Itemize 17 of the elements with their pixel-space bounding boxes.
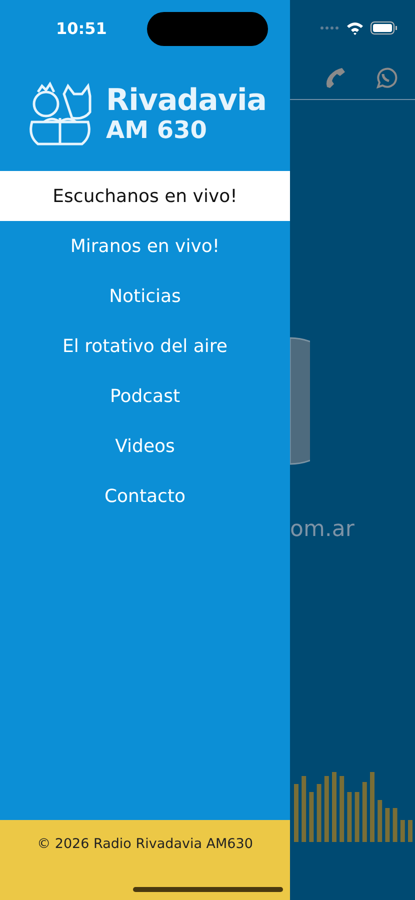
menu-item[interactable]: Noticias: [0, 271, 290, 321]
menu-item[interactable]: El rotativo del aire: [0, 321, 290, 371]
menu-item[interactable]: Miranos en vivo!: [0, 221, 290, 271]
menu-item[interactable]: Podcast: [0, 371, 290, 421]
website-text: om.ar: [290, 517, 354, 542]
signal-icon: [320, 26, 340, 30]
menu-item[interactable]: Escuchanos en vivo!: [0, 171, 290, 221]
phone-icon[interactable]: [324, 66, 346, 88]
brand-name: Rivadavia: [106, 84, 266, 116]
whatsapp-icon[interactable]: [374, 66, 398, 90]
wifi-icon: [346, 21, 364, 35]
menu-item[interactable]: Videos: [0, 421, 290, 471]
copyright-text: © 2026 Radio Rivadavia AM630: [37, 836, 253, 854]
status-time: 10:51: [56, 18, 107, 38]
menu-item[interactable]: Contacto: [0, 471, 290, 521]
battery-icon: [370, 21, 398, 35]
station-name: AM 630: [106, 116, 208, 142]
